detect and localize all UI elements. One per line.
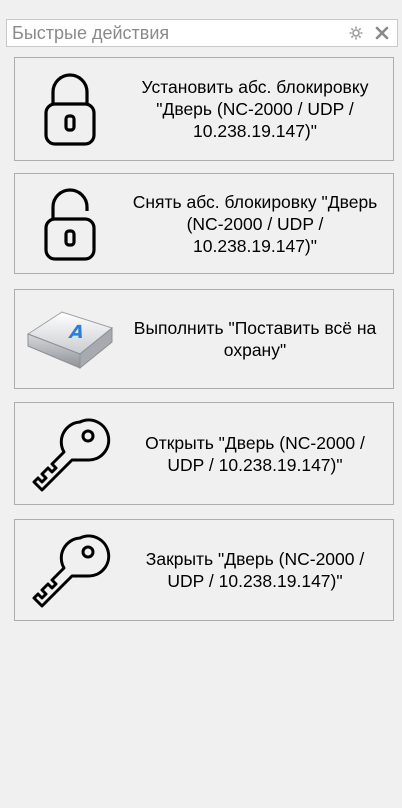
panel-title: Быстрые действия — [12, 22, 170, 43]
set-absolute-lock-button[interactable]: Установить абс. блокировку "Дверь (NC-20… — [14, 57, 394, 161]
action-label: Открыть "Дверь (NC-2000 / UDP / 10.238.1… — [145, 432, 365, 475]
action-label: Снять абс. блокировку "Дверь (NC-2000 / … — [132, 191, 378, 256]
key-icon — [15, 403, 125, 504]
quick-actions-panel: Быстрые действия Установить абс. блокиро… — [0, 0, 402, 808]
key-icon — [15, 520, 125, 620]
action-label: Выполнить "Поставить всё на охрану" — [133, 318, 377, 360]
gear-icon[interactable] — [345, 22, 367, 44]
run-arm-all-button[interactable]: A Выполнить "Поставить всё на охрану" — [14, 289, 394, 389]
remove-absolute-lock-button[interactable]: Снять абс. блокировку "Дверь (NC-2000 / … — [14, 173, 394, 274]
keyboard-key-icon: A — [15, 290, 125, 388]
close-icon[interactable] — [371, 22, 393, 44]
close-door-button[interactable]: Закрыть "Дверь (NC-2000 / UDP / 10.238.1… — [14, 519, 394, 621]
action-label: Установить абс. блокировку "Дверь (NC-20… — [141, 77, 369, 141]
panel-titlebar: Быстрые действия — [6, 19, 398, 47]
action-label: Закрыть "Дверь (NC-2000 / UDP / 10.238.1… — [145, 549, 365, 591]
lock-open-icon — [15, 174, 125, 273]
lock-closed-icon — [15, 58, 125, 160]
open-door-button[interactable]: Открыть "Дверь (NC-2000 / UDP / 10.238.1… — [14, 402, 394, 505]
